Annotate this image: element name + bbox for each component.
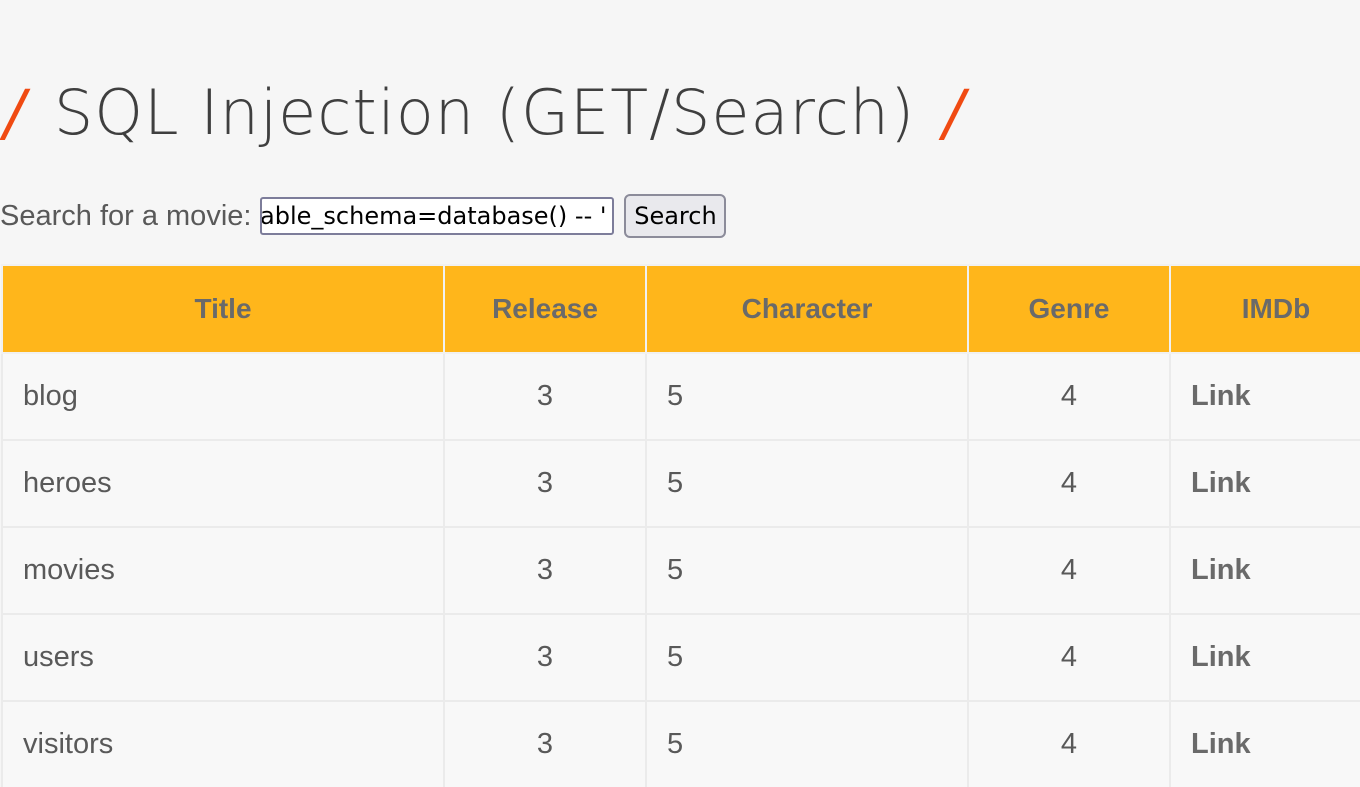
table-row: heroes 3 5 4 Link: [1, 439, 1360, 528]
imdb-link[interactable]: Link: [1191, 641, 1251, 673]
header-title: Title: [1, 264, 445, 354]
table-row: visitors 3 5 4 Link: [1, 700, 1360, 787]
header-release: Release: [443, 264, 647, 354]
cell-genre: 4: [967, 526, 1171, 615]
header-imdb: IMDb: [1169, 264, 1360, 354]
cell-imdb: Link: [1169, 613, 1360, 702]
header-genre: Genre: [967, 264, 1171, 354]
search-label: Search for a movie:: [0, 199, 252, 232]
cell-title: visitors: [1, 700, 445, 787]
table-row: movies 3 5 4 Link: [1, 526, 1360, 615]
cell-genre: 4: [967, 700, 1171, 787]
cell-release: 3: [443, 439, 647, 528]
cell-genre: 4: [967, 352, 1171, 441]
cell-imdb: Link: [1169, 352, 1360, 441]
cell-imdb: Link: [1169, 439, 1360, 528]
table-header-row: Title Release Character Genre IMDb: [1, 264, 1360, 354]
page-title: / SQL Injection (GET/Search) /: [0, 62, 965, 162]
results-table: Title Release Character Genre IMDb blog …: [1, 264, 1360, 787]
cell-genre: 4: [967, 613, 1171, 702]
cell-release: 3: [443, 700, 647, 787]
cell-imdb: Link: [1169, 700, 1360, 787]
cell-character: 5: [645, 613, 969, 702]
search-button[interactable]: Search: [624, 194, 727, 238]
imdb-link[interactable]: Link: [1191, 380, 1251, 412]
imdb-link[interactable]: Link: [1191, 554, 1251, 586]
cell-character: 5: [645, 700, 969, 787]
cell-genre: 4: [967, 439, 1171, 528]
table-row: blog 3 5 4 Link: [1, 352, 1360, 441]
imdb-link[interactable]: Link: [1191, 467, 1251, 499]
title-slash-left: /: [4, 75, 26, 149]
cell-character: 5: [645, 352, 969, 441]
cell-imdb: Link: [1169, 526, 1360, 615]
cell-title: heroes: [1, 439, 445, 528]
cell-release: 3: [443, 352, 647, 441]
cell-release: 3: [443, 526, 647, 615]
page: / SQL Injection (GET/Search) / Search fo…: [0, 0, 1360, 787]
cell-title: users: [1, 613, 445, 702]
cell-character: 5: [645, 439, 969, 528]
title-slash-right: /: [943, 75, 966, 149]
page-title-text: SQL Injection (GET/Search): [53, 75, 916, 149]
cell-release: 3: [443, 613, 647, 702]
search-form: Search for a movie: able_schema=database…: [0, 194, 727, 238]
cell-title: movies: [1, 526, 445, 615]
search-input[interactable]: able_schema=database() -- ': [260, 197, 615, 235]
table-row: users 3 5 4 Link: [1, 613, 1360, 702]
imdb-link[interactable]: Link: [1191, 728, 1251, 760]
search-input-value: able_schema=database() -- ': [260, 202, 607, 230]
cell-title: blog: [1, 352, 445, 441]
header-character: Character: [645, 264, 969, 354]
cell-character: 5: [645, 526, 969, 615]
